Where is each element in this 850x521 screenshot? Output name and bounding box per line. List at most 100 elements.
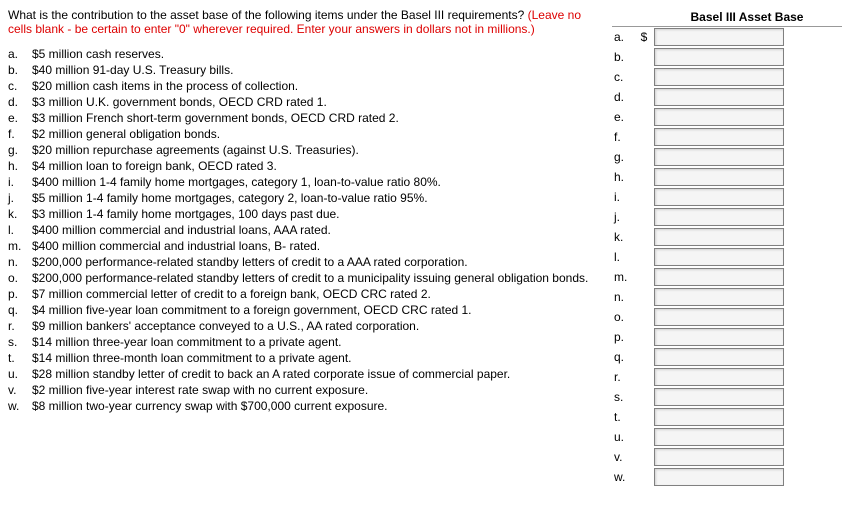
answer-input[interactable] xyxy=(654,148,784,166)
answer-row: h. xyxy=(612,167,842,187)
dollar-sign xyxy=(636,267,652,287)
answer-input[interactable] xyxy=(654,468,784,486)
item-row: o.$200,000 performance-related standby l… xyxy=(8,270,588,286)
item-row: a.$5 million cash reserves. xyxy=(8,46,588,62)
item-letter: o. xyxy=(8,270,32,286)
answer-input[interactable] xyxy=(654,248,784,266)
item-text: $3 million 1-4 family home mortgages, 10… xyxy=(32,206,588,222)
item-text: $3 million French short-term government … xyxy=(32,110,588,126)
item-text: $7 million commercial letter of credit t… xyxy=(32,286,588,302)
item-text: $20 million repurchase agreements (again… xyxy=(32,142,588,158)
dollar-sign xyxy=(636,447,652,467)
answer-letter: p. xyxy=(612,327,636,347)
answer-letter: n. xyxy=(612,287,636,307)
item-text: $5 million cash reserves. xyxy=(32,46,588,62)
item-letter: l. xyxy=(8,222,32,238)
item-text: $200,000 performance-related standby let… xyxy=(32,270,588,286)
answer-letter: s. xyxy=(612,387,636,407)
answer-input[interactable] xyxy=(654,268,784,286)
answer-input[interactable] xyxy=(654,368,784,386)
dollar-sign xyxy=(636,327,652,347)
question-text: What is the contribution to the asset ba… xyxy=(8,8,592,36)
item-row: r.$9 million bankers' acceptance conveye… xyxy=(8,318,588,334)
answer-input[interactable] xyxy=(654,48,784,66)
answer-input[interactable] xyxy=(654,128,784,146)
item-text: $8 million two-year currency swap with $… xyxy=(32,398,588,414)
dollar-sign xyxy=(636,467,652,487)
answer-row: k. xyxy=(612,227,842,247)
answer-row: u. xyxy=(612,427,842,447)
item-letter: g. xyxy=(8,142,32,158)
answer-input[interactable] xyxy=(654,408,784,426)
answer-input[interactable] xyxy=(654,28,784,46)
answer-letter: q. xyxy=(612,347,636,367)
item-row: w.$8 million two-year currency swap with… xyxy=(8,398,588,414)
answer-input[interactable] xyxy=(654,188,784,206)
dollar-sign xyxy=(636,347,652,367)
answer-letter: h. xyxy=(612,167,636,187)
answer-input[interactable] xyxy=(654,328,784,346)
answer-row: l. xyxy=(612,247,842,267)
dollar-sign xyxy=(636,207,652,227)
answer-letter: a. xyxy=(612,27,636,48)
item-row: c.$20 million cash items in the process … xyxy=(8,78,588,94)
item-letter: h. xyxy=(8,158,32,174)
answer-input[interactable] xyxy=(654,348,784,366)
item-text: $5 million 1-4 family home mortgages, ca… xyxy=(32,190,588,206)
dollar-sign xyxy=(636,427,652,447)
item-text: $14 million three-month loan commitment … xyxy=(32,350,588,366)
answer-row: r. xyxy=(612,367,842,387)
answer-input[interactable] xyxy=(654,428,784,446)
item-row: v.$2 million five-year interest rate swa… xyxy=(8,382,588,398)
item-letter: i. xyxy=(8,174,32,190)
answer-row: g. xyxy=(612,147,842,167)
item-row: g.$20 million repurchase agreements (aga… xyxy=(8,142,588,158)
answer-input[interactable] xyxy=(654,208,784,226)
item-row: p.$7 million commercial letter of credit… xyxy=(8,286,588,302)
answer-row: d. xyxy=(612,87,842,107)
answer-input[interactable] xyxy=(654,228,784,246)
answer-table: Basel III Asset Base a.$b.c.d.e.f.g.h.i.… xyxy=(612,8,842,487)
item-text: $3 million U.K. government bonds, OECD C… xyxy=(32,94,588,110)
item-row: q.$4 million five-year loan commitment t… xyxy=(8,302,588,318)
question-main: What is the contribution to the asset ba… xyxy=(8,8,528,22)
answer-row: s. xyxy=(612,387,842,407)
item-row: u.$28 million standby letter of credit t… xyxy=(8,366,588,382)
item-row: b.$40 million 91-day U.S. Treasury bills… xyxy=(8,62,588,78)
answer-letter: t. xyxy=(612,407,636,427)
dollar-sign xyxy=(636,307,652,327)
item-text: $14 million three-year loan commitment t… xyxy=(32,334,588,350)
answer-letter: i. xyxy=(612,187,636,207)
answer-row: i. xyxy=(612,187,842,207)
item-letter: r. xyxy=(8,318,32,334)
dollar-sign xyxy=(636,187,652,207)
answer-input[interactable] xyxy=(654,68,784,86)
item-letter: k. xyxy=(8,206,32,222)
dollar-sign xyxy=(636,227,652,247)
answer-letter: k. xyxy=(612,227,636,247)
answer-row: w. xyxy=(612,467,842,487)
answer-letter: m. xyxy=(612,267,636,287)
answer-row: c. xyxy=(612,67,842,87)
answer-input[interactable] xyxy=(654,88,784,106)
answer-input[interactable] xyxy=(654,168,784,186)
item-text: $40 million 91-day U.S. Treasury bills. xyxy=(32,62,588,78)
answer-letter: b. xyxy=(612,47,636,67)
answer-letter: u. xyxy=(612,427,636,447)
item-letter: t. xyxy=(8,350,32,366)
answer-letter: f. xyxy=(612,127,636,147)
answer-input[interactable] xyxy=(654,108,784,126)
item-letter: q. xyxy=(8,302,32,318)
item-text: $9 million bankers' acceptance conveyed … xyxy=(32,318,588,334)
item-letter: e. xyxy=(8,110,32,126)
answer-input[interactable] xyxy=(654,288,784,306)
item-row: e.$3 million French short-term governmen… xyxy=(8,110,588,126)
dollar-sign xyxy=(636,407,652,427)
answer-input[interactable] xyxy=(654,448,784,466)
answer-input[interactable] xyxy=(654,308,784,326)
answer-letter: d. xyxy=(612,87,636,107)
answer-letter: j. xyxy=(612,207,636,227)
answer-row: v. xyxy=(612,447,842,467)
answer-input[interactable] xyxy=(654,388,784,406)
item-row: m.$400 million commercial and industrial… xyxy=(8,238,588,254)
